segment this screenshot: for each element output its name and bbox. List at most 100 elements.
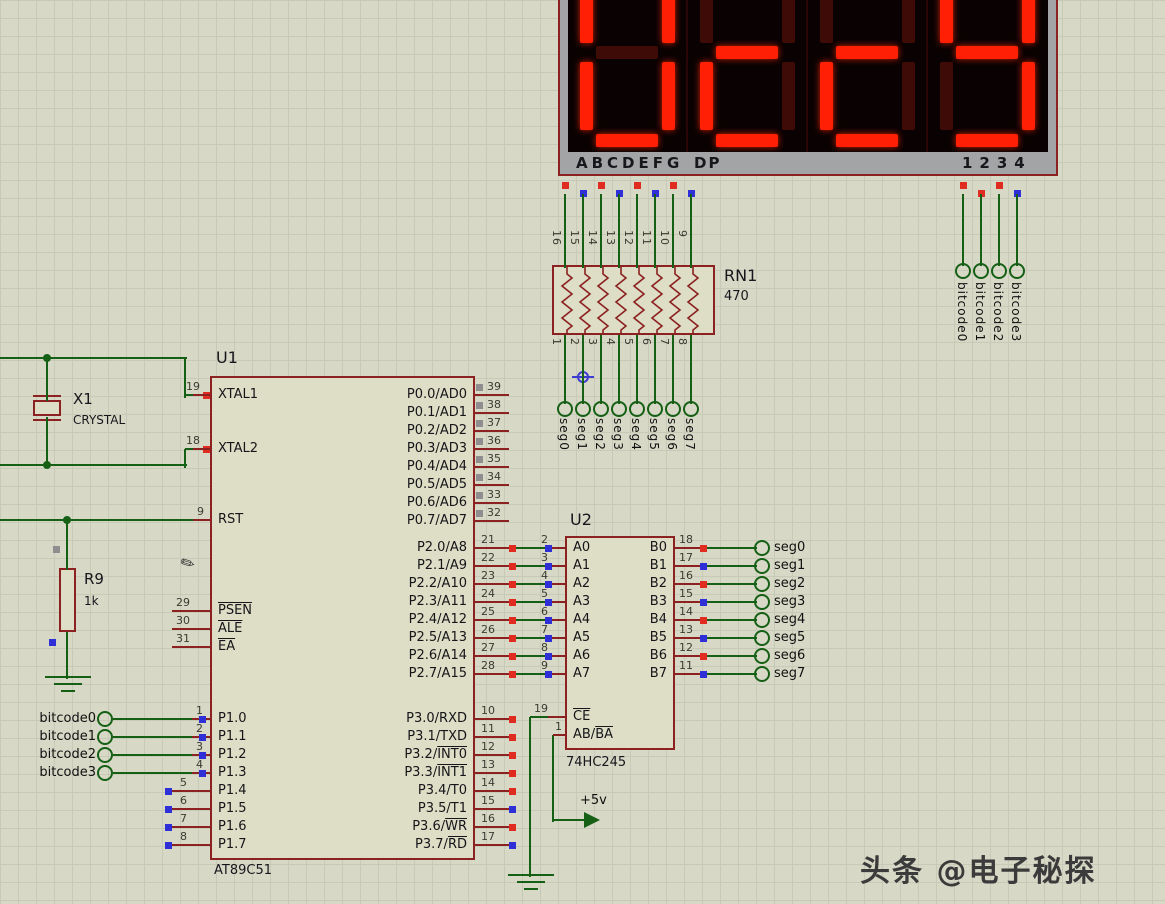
terminal-seg1[interactable] [575, 401, 591, 417]
wire-segment [702, 637, 757, 639]
terminal-seg0[interactable] [557, 401, 573, 417]
pin-name: A1 [573, 558, 590, 574]
net-label-seg3-right: seg3 [774, 594, 805, 610]
segment-f [820, 0, 833, 43]
terminal-bitcode2-top[interactable] [991, 263, 1007, 279]
pin-state-indicator [509, 824, 516, 831]
pin-name-text: P2.5/A13 [409, 630, 467, 645]
segment-f [580, 0, 593, 43]
pin-number-vertical: 5 [622, 338, 635, 346]
pin-name: PSEN [218, 603, 252, 619]
terminal-bitcode1-top[interactable] [973, 263, 989, 279]
rn1-resistor-network[interactable] [552, 265, 715, 335]
segment-c [902, 62, 915, 130]
terminal-seg4[interactable] [629, 401, 645, 417]
pin-state-indicator [700, 617, 707, 624]
segment-b [1022, 0, 1035, 43]
pin-name: P0.4/AD4 [407, 459, 467, 475]
pin-name: P2.3/A11 [409, 594, 467, 610]
terminal-bitcode0-top[interactable] [955, 263, 971, 279]
pin-number-vertical: 12 [622, 230, 635, 246]
pin-number-vertical: 13 [604, 230, 617, 246]
terminal-seg2[interactable] [593, 401, 609, 417]
pin-stub [475, 502, 509, 504]
pin-name: XTAL1 [218, 387, 258, 403]
pin-stub [172, 610, 212, 612]
pin-state-indicator [509, 716, 516, 723]
pin-name-text: P2.4/A12 [409, 612, 467, 627]
pin-number: 37 [487, 416, 501, 429]
pin-name-text: A1 [573, 558, 590, 573]
pin-number: 6 [541, 605, 548, 618]
pin-name: P2.2/A10 [409, 576, 467, 592]
terminal-seg6-right[interactable] [754, 648, 770, 664]
segment-e [820, 62, 833, 130]
pin-number-vertical: 10 [658, 230, 671, 246]
terminal-bitcode3-top[interactable] [1009, 263, 1025, 279]
net-label-seg2: seg2 [593, 418, 607, 451]
pin-number: 5 [541, 587, 548, 600]
terminal-bitcode0-left[interactable] [97, 711, 113, 727]
pin-name-text: P1.3 [218, 765, 247, 780]
pin-name-text: B5 [650, 630, 667, 645]
r9-value: 1k [84, 594, 99, 608]
pin-state-indicator [476, 420, 483, 427]
pin-number-vertical: 11 [640, 230, 653, 246]
pin-number: 4 [196, 758, 203, 771]
pin-name-text: P2.1/A9 [417, 558, 467, 573]
pin-name: P1.7 [218, 837, 247, 853]
pin-name-overline: PSEN [218, 603, 252, 618]
u1-ref: U1 [216, 348, 238, 367]
wire-segment [998, 194, 1000, 266]
wire-segment [636, 194, 638, 268]
terminal-seg7-right[interactable] [754, 666, 770, 682]
pin-name: B5 [650, 630, 667, 646]
pin-name: ALE [218, 621, 242, 637]
wire-segment [672, 335, 674, 404]
terminal-seg6[interactable] [665, 401, 681, 417]
pin-state-indicator [996, 182, 1003, 189]
terminal-seg7[interactable] [683, 401, 699, 417]
terminal-seg2-right[interactable] [754, 576, 770, 592]
wire-segment [1016, 194, 1018, 266]
pin-name: RST [218, 512, 243, 528]
pin-number: 9 [541, 659, 548, 672]
pin-name-overline: CE [573, 709, 590, 724]
pin-name: P3.6/WR [412, 819, 467, 835]
terminal-seg1-right[interactable] [754, 558, 770, 574]
terminal-bitcode3-left[interactable] [97, 765, 113, 781]
pin-name: P1.0 [218, 711, 247, 727]
seven-seg-display[interactable]: ABCDEFG DP 1234 [558, 0, 1058, 176]
wire-segment [517, 881, 545, 883]
net-label-bitcode3: bitcode3 [1009, 282, 1023, 342]
pin-name-overline: RD [448, 837, 467, 852]
pin-number: 26 [481, 623, 495, 636]
pencil-icon: ✎ [177, 552, 199, 576]
pin-state-indicator [476, 402, 483, 409]
terminal-bitcode1-left[interactable] [97, 729, 113, 745]
r9-resistor[interactable] [59, 568, 76, 632]
terminal-seg0-right[interactable] [754, 540, 770, 556]
pin-name-text: B3 [650, 594, 667, 609]
pin-number: 2 [541, 533, 548, 546]
pin-number: 12 [679, 641, 693, 654]
pin-number: 17 [679, 551, 693, 564]
terminal-seg3[interactable] [611, 401, 627, 417]
wire-segment [654, 194, 656, 268]
terminal-seg5-right[interactable] [754, 630, 770, 646]
pin-number: 24 [481, 587, 495, 600]
pin-state-indicator [509, 734, 516, 741]
pin-stub [475, 520, 509, 522]
pin-number: 13 [481, 758, 495, 771]
pin-number: 8 [180, 830, 187, 843]
pin-stub [172, 808, 212, 810]
pin-name: P2.7/A15 [409, 666, 467, 682]
pin-state-indicator [509, 563, 516, 570]
terminal-seg3-right[interactable] [754, 594, 770, 610]
x1-crystal[interactable] [33, 400, 61, 416]
terminal-seg5[interactable] [647, 401, 663, 417]
terminal-seg4-right[interactable] [754, 612, 770, 628]
pin-name-text: P0.3/AD3 [407, 441, 467, 456]
pin-name: A7 [573, 666, 590, 682]
terminal-bitcode2-left[interactable] [97, 747, 113, 763]
